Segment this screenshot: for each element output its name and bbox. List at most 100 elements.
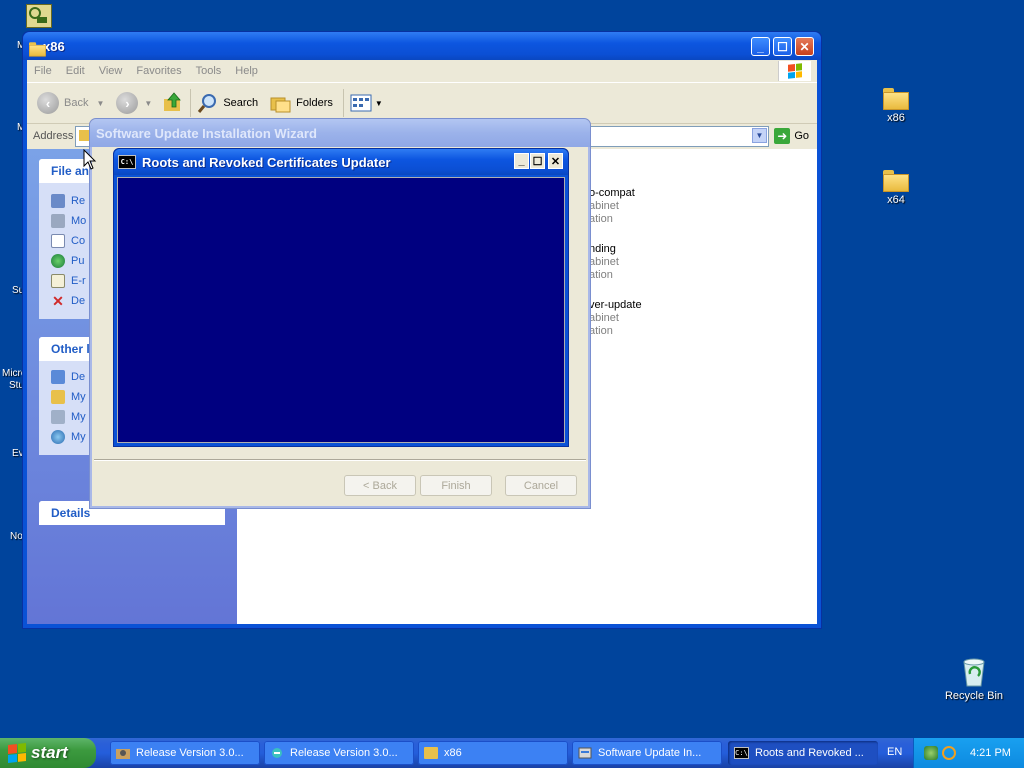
console-output[interactable]: [117, 177, 565, 443]
minimize-button[interactable]: _: [751, 37, 770, 56]
installer-icon: [578, 747, 592, 759]
taskbar-button-active[interactable]: C:\ Roots and Revoked ...: [728, 741, 878, 765]
folders-button[interactable]: Folders: [270, 93, 333, 113]
maximize-button[interactable]: ☐: [773, 37, 792, 56]
command-prompt-icon: C:\: [734, 747, 749, 759]
wizard-separator: [94, 459, 586, 461]
console-title: Roots and Revoked Certificates Updater: [142, 154, 391, 170]
go-label: Go: [794, 130, 809, 142]
file-item[interactable]: o-compat abinet ation: [589, 187, 635, 226]
file-task-label: De: [71, 295, 86, 307]
desktop-icon-x86[interactable]: x86: [864, 88, 928, 124]
taskbar-button-label: Release Version 3.0...: [136, 747, 244, 759]
other-place-label: My: [71, 411, 86, 423]
go-button[interactable]: ➜ Go: [774, 128, 809, 144]
menu-bar: File Edit View Favorites Tools Help: [27, 60, 817, 83]
folder-icon: [883, 88, 909, 110]
back-button[interactable]: < Back: [344, 475, 416, 496]
file-type: abinet: [589, 312, 619, 324]
finish-button[interactable]: Finish: [420, 475, 492, 496]
search-icon: [198, 94, 217, 113]
back-arrow-icon: ‹: [37, 92, 59, 114]
network-icon: [51, 430, 65, 444]
search-button[interactable]: Search: [197, 92, 258, 114]
wizard-title: Software Update Installation Wizard: [96, 125, 317, 141]
desktop-shortcut-icon[interactable]: [26, 4, 52, 28]
file-extra: ation: [589, 213, 613, 225]
explorer-titlebar[interactable]: x86: [23, 32, 821, 60]
start-label: start: [31, 743, 68, 762]
menu-help[interactable]: Help: [228, 65, 265, 77]
desktop-icon-recycle-bin[interactable]: Recycle Bin: [942, 656, 1006, 702]
system-tray: 4:21 PM: [913, 738, 1024, 768]
file-task-label: Co: [71, 235, 86, 247]
desktop-icon-label: Recycle Bin: [944, 690, 1004, 702]
command-prompt-icon: C:\: [118, 155, 136, 169]
network-tray-icon[interactable]: [924, 746, 938, 760]
desktop-icon: [51, 370, 65, 384]
other-place-label: My: [71, 431, 86, 443]
file-name: nding: [589, 243, 616, 255]
forward-button[interactable]: › ▼: [116, 92, 152, 114]
taskbar-button[interactable]: Release Version 3.0...: [264, 741, 414, 765]
folders-label: Folders: [296, 97, 333, 109]
back-label: Back: [64, 97, 89, 109]
clock[interactable]: 4:21 PM: [970, 747, 1011, 759]
maximize-button[interactable]: ☐: [530, 153, 545, 169]
other-place-label: De: [71, 371, 86, 383]
taskbar-button[interactable]: Software Update In...: [572, 741, 722, 765]
forward-arrow-icon: ›: [116, 92, 139, 114]
file-item[interactable]: nding abinet ation: [589, 243, 619, 282]
folder-icon: [29, 41, 46, 57]
folder-icon: [424, 747, 438, 759]
other-place-label: My: [71, 391, 86, 403]
file-task-label: Re: [71, 195, 86, 207]
menu-favorites[interactable]: Favorites: [129, 65, 188, 77]
setup-icon: [116, 749, 130, 759]
recycle-bin-icon: [963, 658, 985, 687]
close-button[interactable]: ✕: [795, 37, 814, 56]
taskbar-button[interactable]: Release Version 3.0...: [110, 741, 260, 765]
views-icon: [350, 94, 372, 112]
views-button[interactable]: ▼: [350, 94, 383, 112]
remote-desktop-icon: [272, 748, 282, 758]
taskbar-button-label: x86: [444, 747, 462, 759]
search-tray-icon[interactable]: [942, 746, 956, 760]
address-dropdown-button[interactable]: ▼: [752, 128, 767, 143]
envelope-icon: [51, 274, 65, 288]
go-arrow-icon: ➜: [774, 128, 791, 144]
taskbar-button-label: Software Update In...: [598, 747, 702, 759]
file-task-label: Pu: [71, 255, 85, 267]
move-icon: [51, 214, 65, 228]
globe-icon: [51, 254, 65, 268]
taskbar-button-label: Roots and Revoked ...: [755, 747, 864, 759]
copy-icon: [51, 234, 65, 248]
minimize-button[interactable]: _: [514, 153, 529, 169]
file-item[interactable]: ver-update abinet ation: [589, 299, 642, 338]
menu-view[interactable]: View: [92, 65, 130, 77]
taskbar: start Release Version 3.0... Release Ver…: [0, 738, 1024, 768]
taskbar-button[interactable]: x86: [418, 741, 568, 765]
up-folder-button[interactable]: [162, 91, 184, 116]
back-button[interactable]: ‹ Back ▼: [37, 92, 104, 114]
cancel-button[interactable]: Cancel: [505, 475, 577, 496]
windows-flag-icon: [8, 743, 26, 763]
folder-icon: [883, 170, 909, 192]
menu-edit[interactable]: Edit: [59, 65, 92, 77]
desktop-icon-label: x86: [887, 112, 905, 124]
desktop-label-clipped: No: [10, 531, 23, 542]
up-folder-icon: [164, 91, 182, 111]
file-name: ver-update: [589, 299, 642, 311]
language-indicator[interactable]: EN: [887, 746, 902, 758]
menu-tools[interactable]: Tools: [189, 65, 229, 77]
folders-icon: [270, 97, 291, 113]
console-titlebar[interactable]: C:\ Roots and Revoked Certificates Updat…: [114, 149, 568, 175]
menu-file[interactable]: File: [27, 65, 59, 77]
wizard-titlebar[interactable]: Software Update Installation Wizard: [90, 119, 590, 147]
start-button[interactable]: start: [0, 738, 96, 768]
close-button[interactable]: ✕: [548, 153, 563, 169]
chevron-down-icon: ▼: [96, 98, 105, 108]
console-window[interactable]: C:\ Roots and Revoked Certificates Updat…: [113, 148, 569, 447]
desktop-icon-x64[interactable]: x64: [864, 170, 928, 206]
folder-icon: [51, 390, 65, 404]
